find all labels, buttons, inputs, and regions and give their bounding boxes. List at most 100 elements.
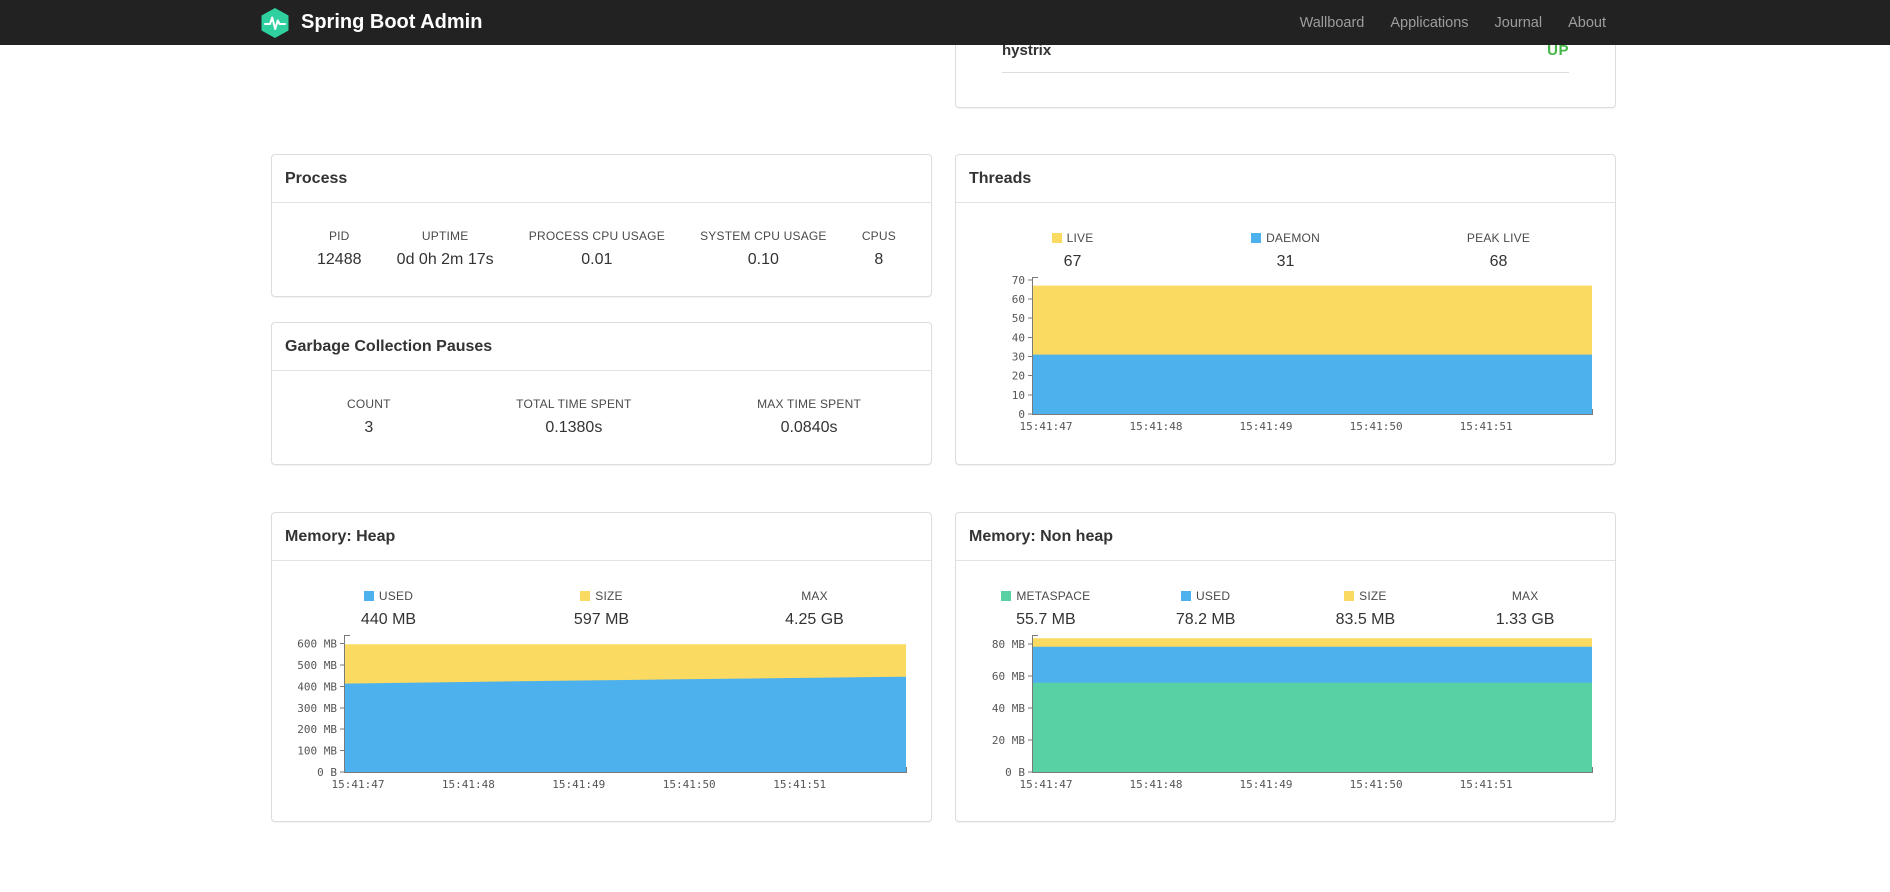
metaspace-series-swatch [1001, 591, 1012, 601]
svg-text:50: 50 [1012, 312, 1025, 325]
legend-item-used: USED 440 MB [282, 589, 495, 629]
svg-text:15:41:47: 15:41:47 [1020, 420, 1073, 433]
heap-legend: USED 440 MB SIZE 597 MB MAX 4.25 GB [272, 561, 931, 629]
stat-cpus: CPUS 8 [862, 229, 896, 269]
nav-item-wallboard[interactable]: Wallboard [1287, 15, 1378, 31]
stat-label: PID [328, 229, 350, 243]
legend-value: 31 [1276, 253, 1295, 270]
stat-label: PROCESS CPU USAGE [528, 229, 665, 243]
svg-text:300 MB: 300 MB [298, 702, 337, 715]
stat-value: 0d 0h 2m 17s [396, 251, 494, 268]
stat-label: TOTAL TIME SPENT [516, 397, 632, 411]
legend-label: USED [282, 589, 495, 603]
legend-item-size: SIZE 597 MB [495, 589, 708, 629]
stat-value: 12488 [317, 251, 362, 268]
stat-pid: PID 12488 [317, 229, 362, 269]
gc-panel-title: Garbage Collection Pauses [272, 323, 931, 371]
stat-gc-max-time: MAX TIME SPENT 0.0840s [757, 397, 861, 437]
svg-text:30: 30 [1012, 351, 1025, 364]
legend-value: 55.7 MB [1016, 611, 1076, 628]
legend-value: 68 [1489, 253, 1508, 270]
nav-item-about[interactable]: About [1555, 15, 1619, 31]
svg-text:600 MB: 600 MB [298, 638, 337, 651]
legend-label-text: USED [1196, 589, 1231, 603]
legend-label: METASPACE [966, 589, 1126, 603]
nav-item-journal[interactable]: Journal [1482, 15, 1556, 31]
legend-label: MAX [708, 589, 921, 603]
size-series-swatch [580, 591, 591, 601]
svg-text:500 MB: 500 MB [298, 659, 337, 672]
svg-text:15:41:50: 15:41:50 [1350, 778, 1403, 791]
daemon-series-swatch [1251, 233, 1262, 243]
stat-gc-total-time: TOTAL TIME SPENT 0.1380s [516, 397, 631, 437]
stat-value: 0.10 [747, 251, 779, 268]
svg-text:15:41:48: 15:41:48 [1130, 420, 1183, 433]
stat-system-cpu-usage: SYSTEM CPU USAGE 0.10 [700, 229, 827, 269]
legend-label: MAX [1445, 589, 1605, 603]
legend-item-max: MAX 4.25 GB [708, 589, 921, 629]
legend-label-text: DAEMON [1266, 231, 1320, 245]
legend-label-text: SIZE [595, 589, 623, 603]
legend-value: 1.33 GB [1495, 611, 1555, 628]
legend-label: LIVE [966, 231, 1179, 245]
used-series-swatch [363, 591, 374, 601]
brand[interactable]: Spring Boot Admin [259, 7, 482, 39]
gc-pauses-panel: Garbage Collection Pauses COUNT 3 TOTAL … [271, 322, 932, 465]
stat-value: 0.01 [581, 251, 613, 268]
legend-label: SIZE [1286, 589, 1446, 603]
navbar-container: Spring Boot Admin Wallboard Applications… [261, 0, 1619, 45]
threads-panel: Threads LIVE 67 DAEMON 31 PEAK LIVE 68 0… [955, 154, 1616, 465]
svg-text:40 MB: 40 MB [992, 702, 1025, 715]
svg-text:15:41:50: 15:41:50 [663, 778, 716, 791]
threads-chart: 0 10 20 30 40 50 60 70 15:41:47 15:41:48 15:41:49 1… [986, 271, 1596, 439]
memory-heap-panel: Memory: Heap USED 440 MB SIZE 597 MB MAX [271, 512, 932, 822]
legend-item-used: USED 78.2 MB [1126, 589, 1286, 629]
legend-item-live: LIVE 67 [966, 231, 1179, 271]
svg-text:15:41:47: 15:41:47 [1020, 778, 1073, 791]
legend-value: 78.2 MB [1175, 611, 1236, 628]
nonheap-legend: METASPACE 55.7 MB USED 78.2 MB SIZE 83.5… [956, 561, 1615, 629]
memory-heap-chart: 0 B 100 MB 200 MB 300 MB 400 MB 500 MB 600 MB 1… [297, 629, 910, 797]
navbar: Spring Boot Admin Wallboard Applications… [0, 0, 1890, 45]
legend-value: 4.25 GB [785, 611, 844, 628]
svg-text:15:41:49: 15:41:49 [552, 778, 605, 791]
legend-value: 440 MB [360, 611, 417, 628]
stat-label: COUNT [347, 397, 391, 411]
stat-value: 0.1380s [545, 419, 603, 436]
memory-nonheap-panel: Memory: Non heap METASPACE 55.7 MB USED … [955, 512, 1616, 822]
svg-text:15:41:48: 15:41:48 [442, 778, 495, 791]
svg-text:400 MB: 400 MB [298, 680, 337, 693]
svg-text:15:41:47: 15:41:47 [332, 778, 385, 791]
svg-text:70: 70 [1012, 274, 1025, 287]
legend-label: PEAK LIVE [1392, 231, 1605, 245]
stat-process-cpu-usage: PROCESS CPU USAGE 0.01 [529, 229, 665, 269]
stat-value: 8 [874, 251, 884, 268]
stat-gc-count: COUNT 3 [347, 397, 391, 437]
threads-panel-title: Threads [956, 155, 1615, 203]
legend-item-metaspace: METASPACE 55.7 MB [966, 589, 1126, 629]
process-panel-title: Process [272, 155, 931, 203]
svg-text:100 MB: 100 MB [298, 745, 337, 758]
svg-text:10: 10 [1012, 389, 1025, 402]
size-series-swatch [1344, 591, 1355, 601]
svg-text:15:41:51: 15:41:51 [773, 778, 826, 791]
live-series-swatch [1051, 233, 1062, 243]
legend-label-text: MAX [801, 589, 828, 603]
svg-text:15:41:50: 15:41:50 [1350, 420, 1403, 433]
stat-label: SYSTEM CPU USAGE [700, 229, 827, 243]
nav-item-applications[interactable]: Applications [1377, 15, 1481, 31]
svg-text:15:41:48: 15:41:48 [1130, 778, 1183, 791]
svg-text:80 MB: 80 MB [992, 638, 1025, 651]
stat-label: CPUS [861, 229, 896, 243]
stat-label: UPTIME [421, 229, 469, 243]
heap-panel-title: Memory: Heap [272, 513, 931, 561]
legend-label-text: METASPACE [1016, 589, 1091, 603]
stat-value: 3 [364, 419, 374, 436]
main-content: hystrix UP Process PID 12488 UPTIME 0d 0… [0, 0, 1890, 892]
stat-value: 0.0840s [780, 419, 838, 436]
legend-value: 67 [1063, 253, 1082, 270]
svg-text:20: 20 [1012, 370, 1025, 383]
legend-label-text: LIVE [1066, 231, 1094, 245]
svg-text:15:41:49: 15:41:49 [1240, 420, 1293, 433]
legend-label: SIZE [495, 589, 708, 603]
